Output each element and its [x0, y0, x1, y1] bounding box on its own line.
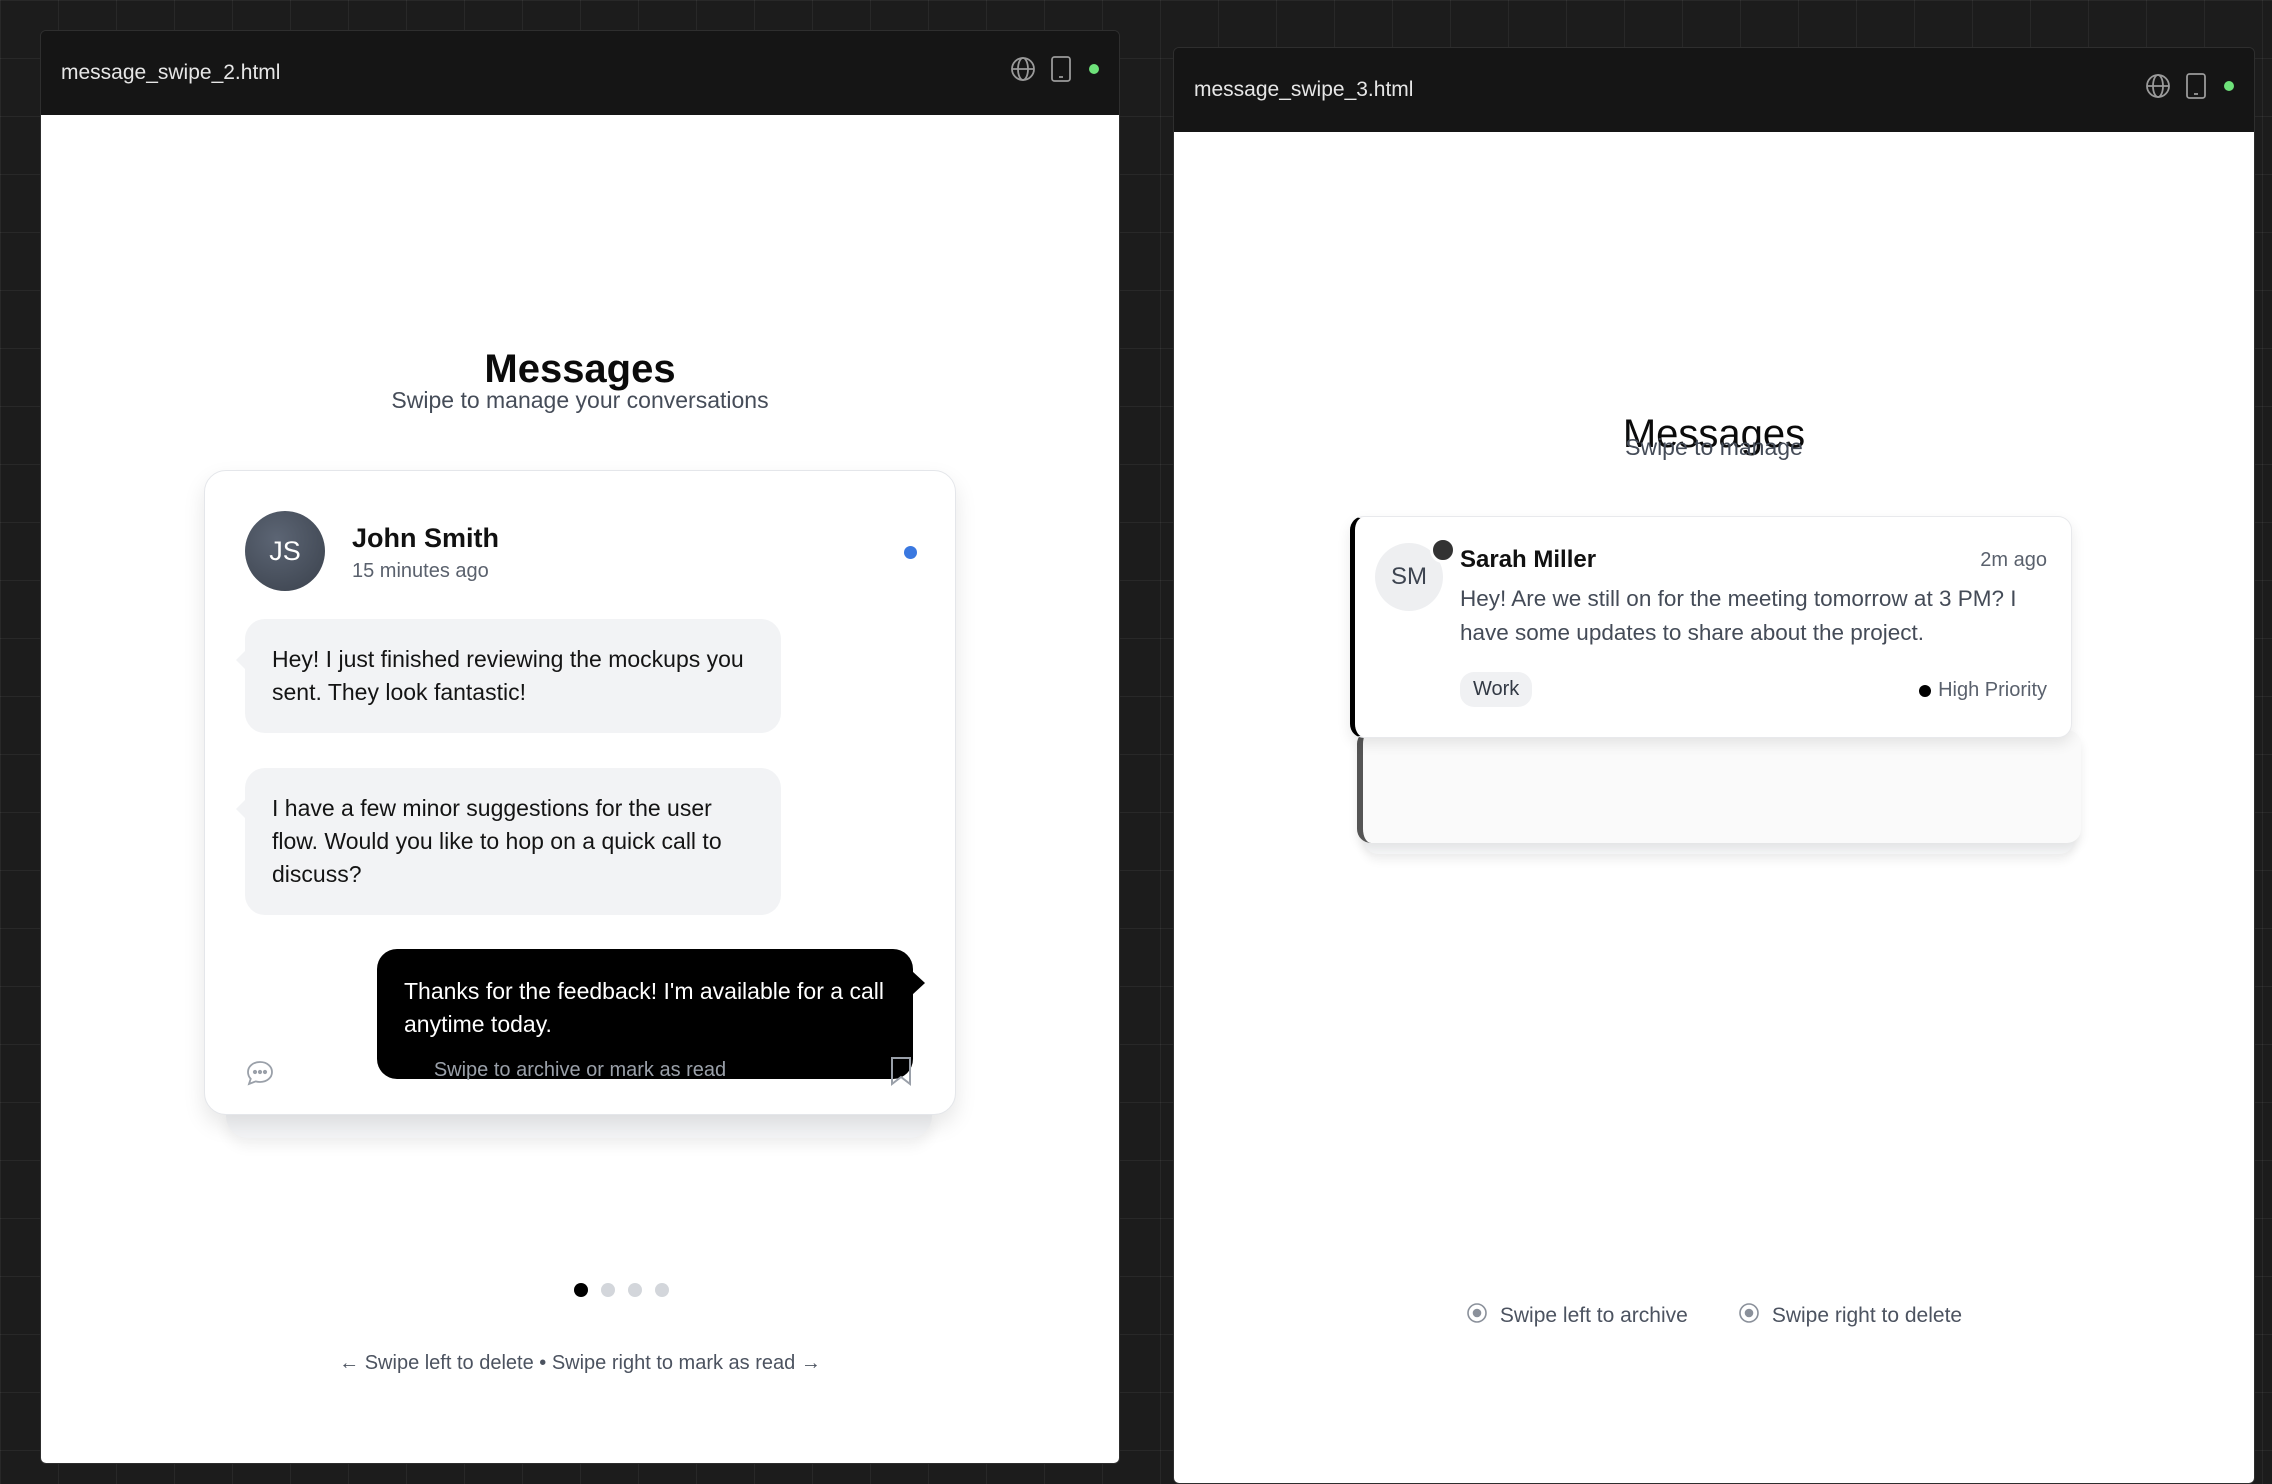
unread-indicator	[904, 546, 917, 559]
pagination-dot[interactable]	[601, 1283, 615, 1297]
message-preview: Hey! Are we still on for the meeting tom…	[1460, 586, 2017, 645]
category-tag[interactable]: Work	[1460, 672, 1533, 707]
message-time: 2m ago	[1980, 549, 2047, 571]
presence-indicator	[1430, 537, 1456, 563]
pagination-dot-active[interactable]	[574, 1283, 588, 1297]
preview-window-message-swipe-3: message_swipe_3.html Messages Swipe to m…	[1173, 47, 2255, 1484]
window-toolbar	[2144, 72, 2234, 100]
legend-item-delete: Swipe right to delete	[1738, 1302, 1962, 1330]
window-titlebar: message_swipe_2.html	[41, 31, 1119, 115]
live-status-indicator	[1089, 64, 1099, 74]
window-titlebar: message_swipe_3.html	[1174, 48, 2254, 132]
pagination-dots	[574, 1283, 669, 1297]
page-canvas: Messages Swipe to manage your conversati…	[41, 115, 1119, 1463]
globe-icon[interactable]	[2144, 72, 2172, 100]
page-title: Messages	[484, 347, 676, 391]
bookmark-icon[interactable]	[887, 1055, 915, 1092]
priority-badge: High Priority	[1919, 679, 2047, 702]
pagination-dot[interactable]	[628, 1283, 642, 1297]
preview-window-message-swipe-2: message_swipe_2.html Messages Swipe to m…	[40, 30, 1120, 1464]
pagination-dot[interactable]	[655, 1283, 669, 1297]
tablet-icon[interactable]	[1049, 55, 1073, 83]
swipe-hint: Swipe to archive or mark as read	[433, 1059, 727, 1081]
swipe-instructions: ← Swipe left to delete • Swipe right to …	[339, 1352, 821, 1374]
target-icon	[1466, 1302, 1488, 1330]
legend-label: Swipe left to archive	[1499, 1304, 1688, 1327]
legend-item-archive: Swipe left to archive	[1466, 1302, 1688, 1330]
contact-name: Sarah Miller	[1460, 546, 1597, 573]
live-status-indicator	[2224, 81, 2234, 91]
incoming-message: Hey! I just finished reviewing the mocku…	[236, 619, 781, 733]
message-card[interactable]: SM Sarah Miller 2m ago Hey! Are we still…	[1350, 516, 2072, 738]
window-title: message_swipe_3.html	[1194, 78, 1414, 101]
window-toolbar	[1009, 55, 1099, 83]
page-subtitle: Swipe to manage	[1625, 434, 1803, 460]
globe-icon[interactable]	[1009, 55, 1037, 83]
priority-label: High Priority	[1938, 679, 2047, 701]
incoming-message: I have a few minor suggestions for the u…	[236, 768, 781, 915]
window-title: message_swipe_2.html	[61, 61, 281, 84]
legend-label: Swipe right to delete	[1771, 1304, 1963, 1327]
swipe-legend: Swipe left to archive Swipe right to del…	[1174, 1302, 2254, 1330]
page-subtitle: Swipe to manage your conversations	[391, 387, 769, 413]
avatar: JS	[245, 511, 325, 591]
target-icon	[1738, 1302, 1760, 1330]
priority-dot	[1919, 684, 1932, 697]
message-time: 15 minutes ago	[352, 560, 489, 582]
stacked-card-edge	[1357, 730, 2081, 843]
tablet-icon[interactable]	[2184, 72, 2208, 100]
page-canvas: Messages Swipe to manage SM Sarah Miller…	[1174, 132, 2254, 1483]
conversation-card[interactable]: JS John Smith 15 minutes ago Hey! I just…	[204, 470, 956, 1115]
contact-name: John Smith	[352, 523, 499, 553]
